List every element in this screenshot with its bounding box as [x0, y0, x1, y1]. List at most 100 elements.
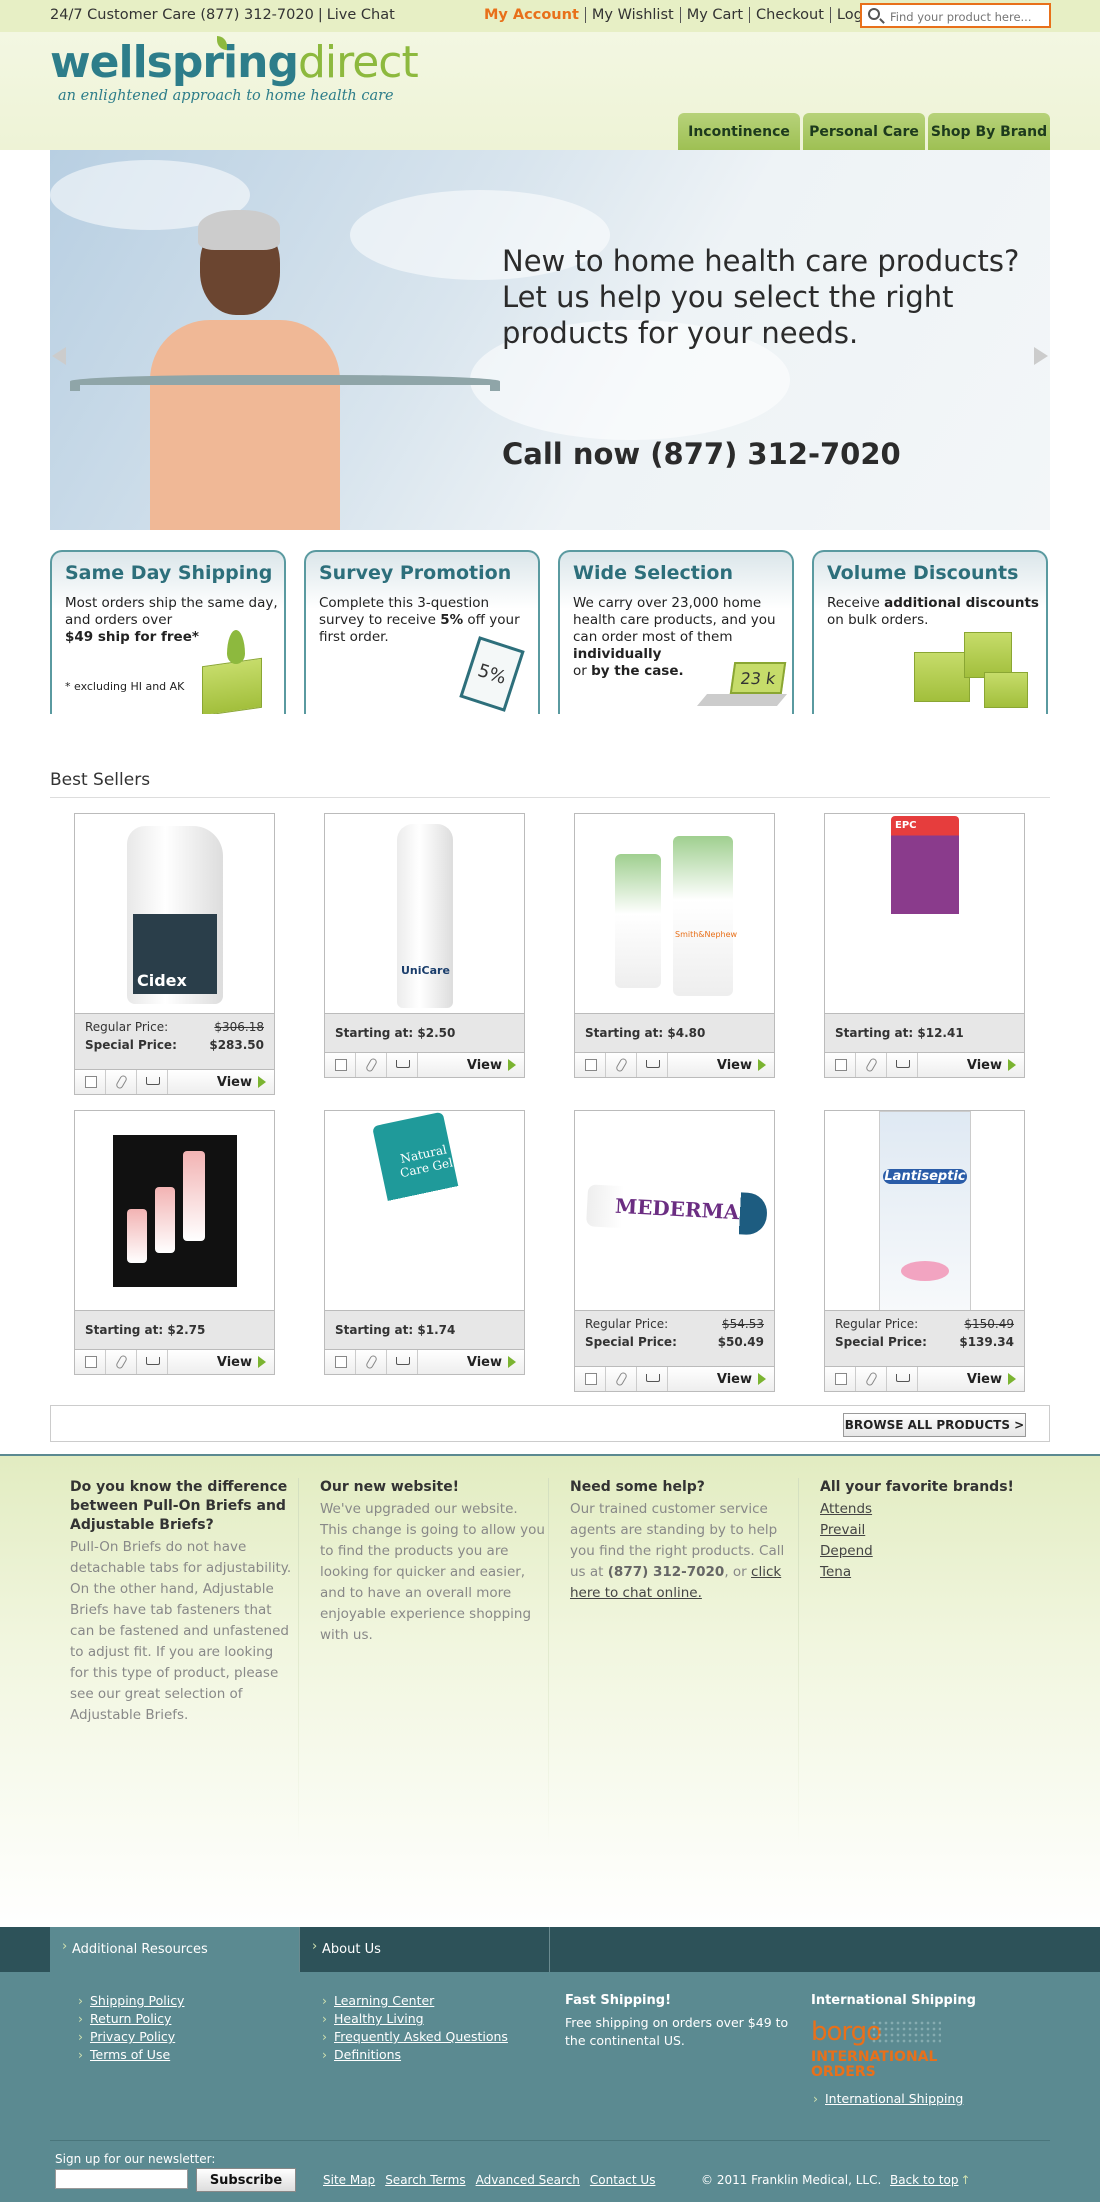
- product-image[interactable]: MEDERMA: [574, 1110, 775, 1311]
- newsletter-email-input[interactable]: [55, 2169, 188, 2189]
- wishlist-clip-icon[interactable]: [856, 1053, 887, 1077]
- next-slide-icon[interactable]: [1034, 347, 1048, 365]
- compare-checkbox[interactable]: [825, 1367, 856, 1391]
- back-to-top-link[interactable]: Back to top: [890, 2173, 971, 2187]
- checkout-link[interactable]: Checkout: [749, 7, 830, 23]
- footer-tab-about-us[interactable]: About Us: [300, 1927, 550, 1972]
- search-input[interactable]: [890, 8, 1045, 25]
- product-actions: View: [574, 1366, 775, 1392]
- compare-checkbox[interactable]: [325, 1053, 356, 1077]
- add-to-cart-icon[interactable]: [637, 1053, 668, 1077]
- promo-title: Volume Discounts: [827, 562, 1019, 584]
- promo-same-day-shipping[interactable]: Same Day Shipping Most orders ship the s…: [50, 550, 286, 714]
- wishlist-clip-icon[interactable]: [356, 1350, 387, 1374]
- nav-tab-personal-care[interactable]: Personal Care: [803, 113, 925, 150]
- footer-bottom-links: Site Map Search Terms Advanced Search Co…: [323, 2173, 665, 2187]
- logo-word-direct: direct: [297, 37, 419, 88]
- add-to-cart-icon[interactable]: [887, 1367, 918, 1391]
- brand-link-attends[interactable]: Attends: [820, 1499, 1045, 1520]
- wishlist-clip-icon[interactable]: [106, 1350, 137, 1374]
- view-button[interactable]: View: [168, 1350, 274, 1374]
- view-button[interactable]: View: [418, 1350, 524, 1374]
- advanced-search-link[interactable]: Advanced Search: [476, 2173, 580, 2187]
- terms-of-use-link[interactable]: Terms of Use: [76, 2046, 184, 2064]
- starting-price: Starting at: $12.41: [835, 1026, 964, 1040]
- wishlist-clip-icon[interactable]: [106, 1070, 137, 1094]
- promo-volume-discounts[interactable]: Volume Discounts Receive additional disc…: [812, 550, 1048, 714]
- add-to-cart-icon[interactable]: [637, 1367, 668, 1391]
- brand-link-depend[interactable]: Depend: [820, 1541, 1045, 1562]
- faq-link[interactable]: Frequently Asked Questions: [320, 2028, 508, 2046]
- compare-checkbox[interactable]: [575, 1367, 606, 1391]
- brand-link-prevail[interactable]: Prevail: [820, 1520, 1045, 1541]
- product-image[interactable]: [74, 1110, 275, 1311]
- add-to-cart-icon[interactable]: [887, 1053, 918, 1077]
- view-button[interactable]: View: [918, 1053, 1024, 1077]
- info-col-briefs: Do you know the difference between Pull-…: [70, 1478, 295, 1726]
- hero-banner[interactable]: New to home health care products? Let us…: [50, 150, 1050, 530]
- view-button[interactable]: View: [668, 1367, 774, 1391]
- compare-checkbox[interactable]: [75, 1350, 106, 1374]
- borgo-logo[interactable]: borgo INTERNATIONAL ORDERS: [811, 2018, 946, 2080]
- borgo-logo-subtitle: INTERNATIONAL ORDERS: [811, 2049, 938, 2080]
- product-actions: View: [74, 1349, 275, 1375]
- privacy-policy-link[interactable]: Privacy Policy: [76, 2028, 184, 2046]
- view-button[interactable]: View: [918, 1367, 1024, 1391]
- international-shipping-link[interactable]: International Shipping: [811, 2090, 1011, 2108]
- my-cart-link[interactable]: My Cart: [679, 7, 749, 23]
- search-terms-link[interactable]: Search Terms: [385, 2173, 465, 2187]
- shipping-policy-link[interactable]: Shipping Policy: [76, 1992, 184, 2010]
- wishlist-clip-icon[interactable]: [606, 1053, 637, 1077]
- definitions-link[interactable]: Definitions: [320, 2046, 508, 2064]
- product-image[interactable]: Smith&Nephew: [574, 813, 775, 1014]
- wishlist-clip-icon[interactable]: [606, 1367, 637, 1391]
- subscribe-button[interactable]: Subscribe: [196, 2168, 296, 2192]
- compare-checkbox[interactable]: [75, 1070, 106, 1094]
- contact-us-link[interactable]: Contact Us: [590, 2173, 656, 2187]
- product-label: Cidex: [133, 914, 217, 994]
- live-chat-link[interactable]: Live Chat: [327, 7, 395, 23]
- compare-checkbox[interactable]: [825, 1053, 856, 1077]
- learning-center-link[interactable]: Learning Center: [320, 1992, 508, 2010]
- product-image[interactable]: Cidex: [74, 813, 275, 1014]
- compare-checkbox[interactable]: [575, 1053, 606, 1077]
- nav-tab-shop-by-brand[interactable]: Shop By Brand: [928, 113, 1050, 150]
- divider: [50, 797, 1050, 798]
- nav-tab-incontinence[interactable]: Incontinence: [678, 113, 800, 150]
- divider: [298, 1478, 299, 1848]
- my-wishlist-link[interactable]: My Wishlist: [584, 7, 680, 23]
- promo-wide-selection[interactable]: Wide Selection We carry over 23,000 home…: [558, 550, 794, 714]
- healthy-living-link[interactable]: Healthy Living: [320, 2010, 508, 2028]
- promo-text-a: Receive: [827, 595, 880, 611]
- add-to-cart-icon[interactable]: [137, 1350, 168, 1374]
- product-image[interactable]: EPC: [824, 813, 1025, 1014]
- prev-slide-icon[interactable]: [52, 347, 66, 365]
- return-policy-link[interactable]: Return Policy: [76, 2010, 184, 2028]
- site-logo[interactable]: wellspringdirect: [50, 36, 419, 90]
- product-image[interactable]: UniCare: [324, 813, 525, 1014]
- add-to-cart-icon[interactable]: [387, 1350, 418, 1374]
- view-button[interactable]: View: [668, 1053, 774, 1077]
- wishlist-clip-icon[interactable]: [356, 1053, 387, 1077]
- product-actions: View: [824, 1366, 1025, 1392]
- promo-survey[interactable]: Survey Promotion Complete this 3-questio…: [304, 550, 540, 714]
- search-icon[interactable]: [868, 8, 880, 20]
- customer-care: 24/7 Customer Care (877) 312-7020 | Live C…: [50, 7, 395, 23]
- my-account-link[interactable]: My Account: [478, 7, 585, 23]
- starting-price: Starting at: $2.75: [85, 1323, 206, 1337]
- browse-all-products-button[interactable]: BROWSE ALL PRODUCTS >: [843, 1413, 1026, 1437]
- product-actions: View: [324, 1052, 525, 1078]
- promo-text: Complete this 3-question survey to recei…: [319, 595, 534, 646]
- product-image[interactable]: Lantiseptic: [824, 1110, 1025, 1311]
- view-button[interactable]: View: [168, 1070, 274, 1094]
- wishlist-clip-icon[interactable]: [856, 1367, 887, 1391]
- compare-checkbox[interactable]: [325, 1350, 356, 1374]
- brand-link-tena[interactable]: Tena: [820, 1562, 1045, 1583]
- add-to-cart-icon[interactable]: [387, 1053, 418, 1077]
- site-map-link[interactable]: Site Map: [323, 2173, 375, 2187]
- view-button[interactable]: View: [418, 1053, 524, 1077]
- info-body: Our trained customer service agents are …: [570, 1499, 795, 1604]
- footer-tab-additional-resources[interactable]: Additional Resources: [50, 1927, 300, 1972]
- add-to-cart-icon[interactable]: [137, 1070, 168, 1094]
- product-image[interactable]: Natural Care Gel: [324, 1110, 525, 1311]
